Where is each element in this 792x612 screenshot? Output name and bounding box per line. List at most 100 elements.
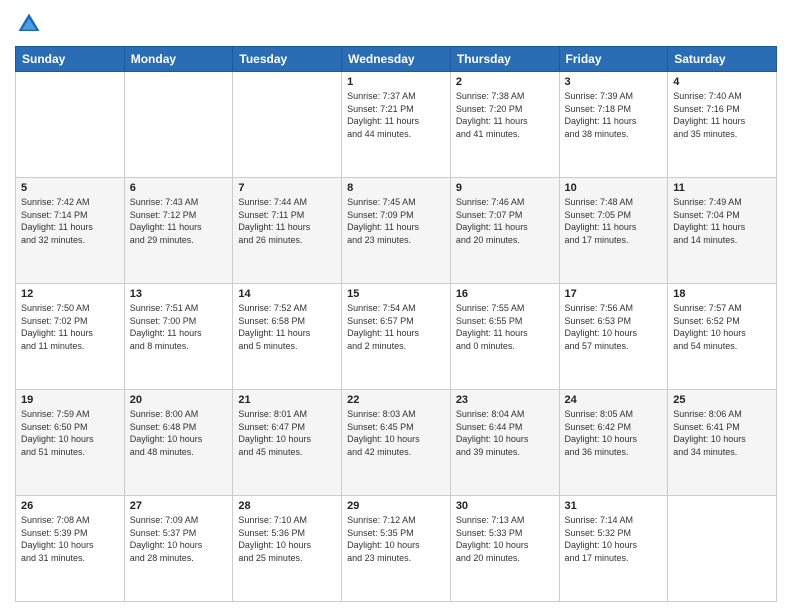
day-number: 1 [347, 76, 445, 88]
table-row: 12 Sunrise: 7:50 AM Sunset: 7:02 PM Dayli… [16, 284, 125, 390]
day-number: 22 [347, 394, 445, 406]
table-row: 14Sunrise: 7:52 AM Sunset: 6:58 PM Dayli… [233, 284, 342, 390]
table-row: 18 Sunrise: 7:57 AM Sunset: 6:52 PM Dayli… [668, 284, 777, 390]
col-tuesday: Tuesday [233, 47, 342, 72]
day-info: Sunrise: 7:39 AM Sunset: 7:18 PM Dayligh… [565, 90, 663, 140]
calendar-header-row: Sunday Monday Tuesday Wednesday Thursday… [16, 47, 777, 72]
day-number: 23 [456, 394, 554, 406]
calendar-week-row: 19 Sunrise: 7:59 AM Sunset: 6:50 PM Dayli… [16, 390, 777, 496]
day-number: 16 [456, 288, 554, 300]
day-info: Sunrise: 7:10 AM Sunset: 5:36 PM Dayligh… [238, 514, 336, 564]
calendar-week-row: 12 Sunrise: 7:50 AM Sunset: 7:02 PM Dayli… [16, 284, 777, 390]
page: Sunday Monday Tuesday Wednesday Thursday… [0, 0, 792, 612]
day-info: Sunrise: 7:59 AM Sunset: 6:50 PM Dayligh… [21, 408, 119, 458]
day-info: Sunrise: 7:43 AM Sunset: 7:12 PM Dayligh… [130, 196, 228, 246]
table-row: 29 Sunrise: 7:12 AM Sunset: 5:35 PM Dayli… [342, 496, 451, 602]
day-number: 7 [238, 182, 336, 194]
table-row [233, 72, 342, 178]
col-friday: Friday [559, 47, 668, 72]
day-number: 12 [21, 288, 119, 300]
table-row: 13 Sunrise: 7:51 AM Sunset: 7:00 PM Dayli… [124, 284, 233, 390]
day-number: 2 [456, 76, 554, 88]
day-info: Sunrise: 7:42 AM Sunset: 7:14 PM Dayligh… [21, 196, 119, 246]
day-info: Sunrise: 7:45 AM Sunset: 7:09 PM Dayligh… [347, 196, 445, 246]
day-info: Sunrise: 7:14 AM Sunset: 5:32 PM Dayligh… [565, 514, 663, 564]
day-number: 15 [347, 288, 445, 300]
day-number: 13 [130, 288, 228, 300]
table-row: 17 Sunrise: 7:56 AM Sunset: 6:53 PM Dayli… [559, 284, 668, 390]
table-row: 21 Sunrise: 8:01 AM Sunset: 6:47 PM Dayli… [233, 390, 342, 496]
day-info: Sunrise: 7:54 AM Sunset: 6:57 PM Dayligh… [347, 302, 445, 352]
logo-icon [15, 10, 43, 38]
day-info: Sunrise: 8:03 AM Sunset: 6:45 PM Dayligh… [347, 408, 445, 458]
table-row: 20 Sunrise: 8:00 AM Sunset: 6:48 PM Dayli… [124, 390, 233, 496]
table-row: 23Sunrise: 8:04 AM Sunset: 6:44 PM Dayli… [450, 390, 559, 496]
day-number: 11 [673, 182, 771, 194]
calendar-table: Sunday Monday Tuesday Wednesday Thursday… [15, 46, 777, 602]
table-row: 9 Sunrise: 7:46 AM Sunset: 7:07 PM Daylig… [450, 178, 559, 284]
day-info: Sunrise: 7:57 AM Sunset: 6:52 PM Dayligh… [673, 302, 771, 352]
day-number: 19 [21, 394, 119, 406]
table-row: 8 Sunrise: 7:45 AM Sunset: 7:09 PM Daylig… [342, 178, 451, 284]
day-info: Sunrise: 7:49 AM Sunset: 7:04 PM Dayligh… [673, 196, 771, 246]
day-number: 26 [21, 500, 119, 512]
day-number: 8 [347, 182, 445, 194]
day-info: Sunrise: 7:13 AM Sunset: 5:33 PM Dayligh… [456, 514, 554, 564]
day-info: Sunrise: 7:51 AM Sunset: 7:00 PM Dayligh… [130, 302, 228, 352]
day-number: 10 [565, 182, 663, 194]
day-number: 17 [565, 288, 663, 300]
day-number: 25 [673, 394, 771, 406]
table-row: 6 Sunrise: 7:43 AM Sunset: 7:12 PM Daylig… [124, 178, 233, 284]
table-row: 1 Sunrise: 7:37 AM Sunset: 7:21 PM Daylig… [342, 72, 451, 178]
table-row: 2 Sunrise: 7:38 AM Sunset: 7:20 PM Daylig… [450, 72, 559, 178]
calendar-week-row: 1 Sunrise: 7:37 AM Sunset: 7:21 PM Daylig… [16, 72, 777, 178]
day-info: Sunrise: 7:55 AM Sunset: 6:55 PM Dayligh… [456, 302, 554, 352]
col-thursday: Thursday [450, 47, 559, 72]
day-info: Sunrise: 8:00 AM Sunset: 6:48 PM Dayligh… [130, 408, 228, 458]
day-number: 4 [673, 76, 771, 88]
table-row: 5 Sunrise: 7:42 AM Sunset: 7:14 PM Daylig… [16, 178, 125, 284]
table-row: 31 Sunrise: 7:14 AM Sunset: 5:32 PM Dayli… [559, 496, 668, 602]
day-info: Sunrise: 7:37 AM Sunset: 7:21 PM Dayligh… [347, 90, 445, 140]
day-info: Sunrise: 7:40 AM Sunset: 7:16 PM Dayligh… [673, 90, 771, 140]
table-row: 30Sunrise: 7:13 AM Sunset: 5:33 PM Dayli… [450, 496, 559, 602]
day-number: 18 [673, 288, 771, 300]
table-row: 15 Sunrise: 7:54 AM Sunset: 6:57 PM Dayli… [342, 284, 451, 390]
day-number: 28 [238, 500, 336, 512]
day-info: Sunrise: 7:38 AM Sunset: 7:20 PM Dayligh… [456, 90, 554, 140]
day-info: Sunrise: 8:01 AM Sunset: 6:47 PM Dayligh… [238, 408, 336, 458]
calendar-week-row: 5 Sunrise: 7:42 AM Sunset: 7:14 PM Daylig… [16, 178, 777, 284]
day-number: 24 [565, 394, 663, 406]
day-info: Sunrise: 8:05 AM Sunset: 6:42 PM Dayligh… [565, 408, 663, 458]
day-number: 9 [456, 182, 554, 194]
col-saturday: Saturday [668, 47, 777, 72]
day-number: 29 [347, 500, 445, 512]
day-number: 5 [21, 182, 119, 194]
table-row [124, 72, 233, 178]
table-row [16, 72, 125, 178]
col-monday: Monday [124, 47, 233, 72]
day-info: Sunrise: 7:46 AM Sunset: 7:07 PM Dayligh… [456, 196, 554, 246]
day-info: Sunrise: 7:48 AM Sunset: 7:05 PM Dayligh… [565, 196, 663, 246]
day-info: Sunrise: 7:44 AM Sunset: 7:11 PM Dayligh… [238, 196, 336, 246]
table-row: 11 Sunrise: 7:49 AM Sunset: 7:04 PM Dayli… [668, 178, 777, 284]
day-number: 21 [238, 394, 336, 406]
day-number: 31 [565, 500, 663, 512]
header [15, 10, 777, 38]
table-row: 26 Sunrise: 7:08 AM Sunset: 5:39 PM Dayli… [16, 496, 125, 602]
day-number: 27 [130, 500, 228, 512]
day-info: Sunrise: 7:12 AM Sunset: 5:35 PM Dayligh… [347, 514, 445, 564]
table-row: 24 Sunrise: 8:05 AM Sunset: 6:42 PM Dayli… [559, 390, 668, 496]
day-info: Sunrise: 7:56 AM Sunset: 6:53 PM Dayligh… [565, 302, 663, 352]
table-row: 28 Sunrise: 7:10 AM Sunset: 5:36 PM Dayli… [233, 496, 342, 602]
table-row: 27Sunrise: 7:09 AM Sunset: 5:37 PM Dayli… [124, 496, 233, 602]
col-wednesday: Wednesday [342, 47, 451, 72]
table-row: 19 Sunrise: 7:59 AM Sunset: 6:50 PM Dayli… [16, 390, 125, 496]
day-number: 6 [130, 182, 228, 194]
day-info: Sunrise: 7:52 AM Sunset: 6:58 PM Dayligh… [238, 302, 336, 352]
day-number: 20 [130, 394, 228, 406]
day-info: Sunrise: 7:50 AM Sunset: 7:02 PM Dayligh… [21, 302, 119, 352]
day-info: Sunrise: 7:08 AM Sunset: 5:39 PM Dayligh… [21, 514, 119, 564]
table-row [668, 496, 777, 602]
table-row: 22 Sunrise: 8:03 AM Sunset: 6:45 PM Dayli… [342, 390, 451, 496]
